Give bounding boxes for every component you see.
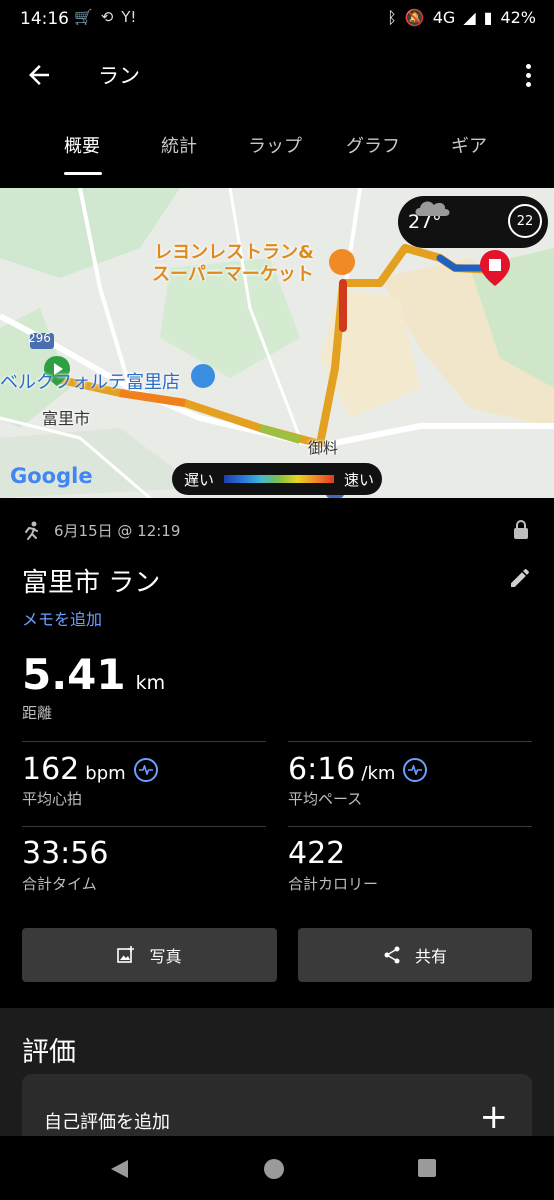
google-logo: Google xyxy=(10,464,93,488)
rating-heading: 評価 xyxy=(22,1037,76,1068)
share-icon xyxy=(384,946,400,964)
pace-stat: 6:16 /km xyxy=(288,752,428,787)
road-number-label: 296 xyxy=(28,331,51,345)
cal-value: 422 xyxy=(288,836,346,871)
back-arrow-icon[interactable] xyxy=(24,60,54,90)
legend-slow-label: 遅い xyxy=(184,470,215,489)
poi-restaurant-label: レヨンレストラン& スーパーマーケット xyxy=(152,242,314,285)
battery-icon: ▮ xyxy=(483,8,493,27)
route-map[interactable]: 296 レヨンレストラン& スーパーマーケット ベルクフォルテ富里店 富里市 御… xyxy=(0,188,554,498)
end-pin-icon xyxy=(480,250,510,286)
tab-laps[interactable]: ラップ xyxy=(248,132,302,158)
tab-bar: 概要 統計 ラップ グラフ ギア xyxy=(0,112,554,188)
plus-icon[interactable]: + xyxy=(480,1100,509,1134)
divider xyxy=(288,826,532,827)
total-time-stat: 33:56 xyxy=(22,836,108,871)
add-photo-button[interactable]: 写真 xyxy=(22,928,277,982)
network-label: 4G xyxy=(432,8,456,27)
pace-value: 6:16 xyxy=(288,752,356,787)
page-title: ラン xyxy=(98,64,140,88)
edit-pencil-icon[interactable] xyxy=(508,566,532,590)
rating-section: 評価 自己評価を追加 + xyxy=(0,1008,554,1154)
divider xyxy=(288,741,532,742)
share-button-label: 共有 xyxy=(414,947,447,966)
tab-overview[interactable]: 概要 xyxy=(64,132,100,158)
time-label: 合計タイム xyxy=(22,875,97,893)
calories-stat: 422 xyxy=(288,836,345,871)
lock-icon[interactable] xyxy=(512,520,530,540)
app-bar: ラン xyxy=(0,38,554,112)
moon-phase-icon: 22 xyxy=(508,204,542,238)
activity-title: 富里市 ラン xyxy=(22,568,161,598)
bluetooth-icon: ᛒ xyxy=(387,8,397,27)
distance-unit: km xyxy=(135,672,166,694)
distance-stat: 5.41 km xyxy=(22,650,165,699)
running-icon xyxy=(25,521,38,540)
hr-value: 162 xyxy=(22,752,80,787)
hr-unit: bpm xyxy=(85,763,126,784)
add-self-rating-label: 自己評価を追加 xyxy=(44,1112,170,1133)
tab-gear[interactable]: ギア xyxy=(451,132,487,158)
pace-legend: 遅い 速い xyxy=(172,463,382,495)
weather-chip[interactable]: 27° 22 xyxy=(398,196,548,248)
sync-icon: ⟲ xyxy=(100,8,114,26)
pace-label: 平均ペース xyxy=(288,790,363,808)
tab-stats[interactable]: 統計 xyxy=(161,132,197,158)
place-label: 御料 xyxy=(308,439,339,457)
photo-button-label: 写真 xyxy=(149,947,182,966)
nav-home-icon[interactable] xyxy=(263,1158,285,1180)
nav-recents-icon[interactable] xyxy=(417,1158,437,1178)
activity-date: 6月15日 @ 12:19 xyxy=(54,522,181,540)
more-menu-icon[interactable] xyxy=(526,64,532,90)
activity-meta: 6月15日 @ 12:19 xyxy=(22,520,180,541)
city-label: 富里市 xyxy=(42,409,91,428)
legend-gradient xyxy=(224,475,335,483)
battery-level: 42% xyxy=(500,8,536,27)
status-bar: 14:16 🛒 ⟲ Y! ᛒ 🔕 4G ◢ ▮ 42% xyxy=(0,0,554,38)
tab-indicator xyxy=(64,172,102,175)
divider xyxy=(22,741,266,742)
pace-graph-icon[interactable] xyxy=(403,757,428,782)
divider xyxy=(22,826,266,827)
poi-store-label: ベルクフォルテ富里店 xyxy=(0,372,180,393)
heart-rate-stat: 162 bpm xyxy=(22,752,158,787)
heartbeat-icon[interactable] xyxy=(133,757,158,782)
cart-icon: 🛒 xyxy=(74,8,93,26)
yahoo-icon: Y! xyxy=(121,8,137,26)
mute-icon: 🔕 xyxy=(404,8,425,27)
time-value: 33:56 xyxy=(22,836,109,871)
cloud-icon xyxy=(415,201,450,216)
hr-label: 平均心拍 xyxy=(22,790,83,808)
legend-fast-label: 速い xyxy=(344,470,375,489)
distance-label: 距離 xyxy=(22,704,53,722)
status-time: 14:16 xyxy=(20,9,69,29)
tab-graph[interactable]: グラフ xyxy=(346,132,400,158)
pace-unit: /km xyxy=(361,763,396,784)
nav-back-icon[interactable] xyxy=(108,1158,130,1180)
system-nav-bar xyxy=(0,1136,554,1200)
cal-label: 合計カロリー xyxy=(288,875,379,893)
signal-icon: ◢ xyxy=(463,8,476,27)
add-photo-icon xyxy=(117,946,135,963)
distance-value: 5.41 xyxy=(22,650,126,699)
add-memo-link[interactable]: メモを追加 xyxy=(22,606,102,630)
share-button[interactable]: 共有 xyxy=(298,928,532,982)
